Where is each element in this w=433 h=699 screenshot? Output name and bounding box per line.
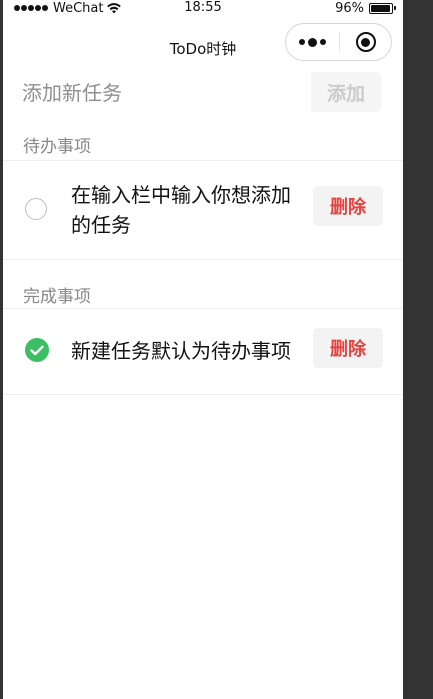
checked-circle-icon[interactable] (25, 338, 49, 362)
status-bar: WeChat 18:55 96% (3, 0, 403, 16)
completed-task-item: 新建任务默认为待办事项 删除 (3, 309, 403, 394)
checkmark-icon (30, 345, 44, 355)
mini-program-screen: WeChat 18:55 96% ToDo时钟 添加新任务 添加 待办事项 在输… (3, 0, 403, 699)
target-icon (355, 32, 376, 52)
more-button[interactable] (286, 24, 339, 60)
status-right: 96% (335, 0, 396, 16)
new-task-input[interactable] (22, 72, 302, 114)
unchecked-circle-icon[interactable] (25, 198, 47, 220)
delete-button[interactable]: 删除 (313, 328, 383, 368)
completed-section-title: 完成事项 (23, 287, 91, 307)
battery-icon (369, 2, 396, 14)
delete-button[interactable]: 删除 (313, 186, 383, 226)
more-icon (299, 39, 305, 45)
divider (3, 394, 403, 395)
divider (3, 259, 403, 260)
task-text: 在输入栏中输入你想添加的任务 (71, 183, 291, 237)
task-text: 新建任务默认为待办事项 (71, 339, 291, 363)
close-mini-program-button[interactable] (340, 32, 391, 52)
pending-task-item: 在输入栏中输入你想添加的任务 删除 (3, 161, 403, 259)
navigation-bar: ToDo时钟 (3, 16, 403, 74)
pending-section-title: 待办事项 (23, 137, 91, 157)
add-task-row: 添加 (3, 72, 403, 116)
add-button[interactable]: 添加 (311, 72, 381, 112)
menu-capsule (285, 23, 392, 61)
battery-percent: 96% (335, 0, 364, 16)
